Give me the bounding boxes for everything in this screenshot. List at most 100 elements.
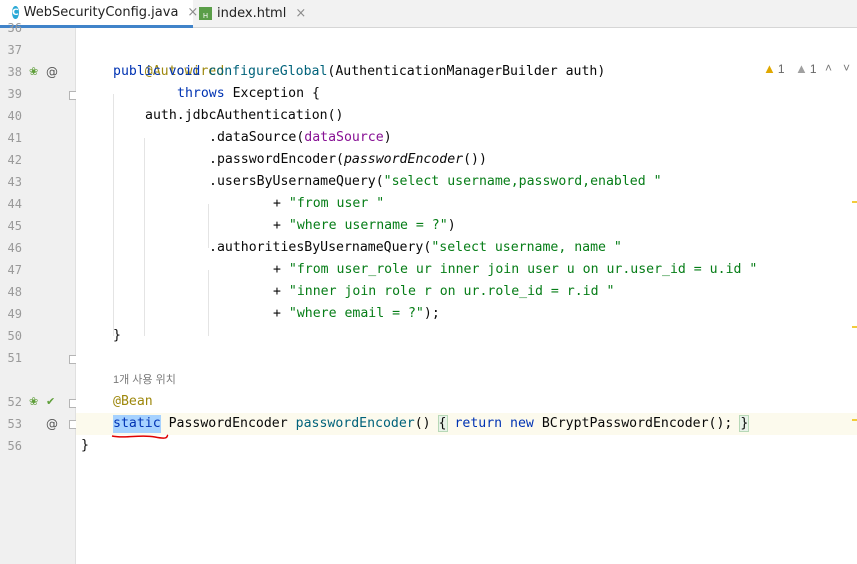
code-line: .dataSource(dataSource)	[209, 127, 392, 149]
warning-icon: ▲	[763, 61, 776, 76]
keyword-token: new	[510, 416, 534, 431]
code-text: );	[423, 306, 440, 321]
string-literal: "where username = ?"	[288, 218, 448, 233]
warnings-indicator[interactable]: ▲ 1	[763, 61, 785, 76]
code-text: .dataSource(	[209, 130, 305, 145]
keyword-token: public	[113, 64, 161, 79]
weak-warning-icon: ▲	[795, 61, 808, 76]
code-text: BCryptPasswordEncoder();	[533, 416, 741, 431]
line-number: 48	[7, 285, 22, 299]
code-line: + "inner join role r on ur.role_id = r.i…	[273, 281, 614, 303]
code-line: + "from user_role ur inner join user u o…	[273, 259, 757, 281]
keyword-token: void	[168, 64, 201, 79]
indent-guide	[208, 270, 209, 336]
bean-check-icon[interactable]: ✔	[46, 395, 55, 409]
line-number: 49	[7, 307, 22, 321]
line-number: 40	[7, 109, 22, 123]
code-text: +	[273, 218, 289, 233]
line-number: 43	[7, 175, 22, 189]
line-number-gutter[interactable]: 36 37 38 39 40 41 42 43 44 45 46 47 48 4…	[0, 21, 78, 564]
weak-warnings-indicator[interactable]: ▲ 1	[795, 61, 817, 76]
code-text: }	[113, 328, 121, 343]
code-text: ())	[463, 152, 487, 167]
code-text: )	[447, 218, 456, 233]
warning-count: 1	[777, 61, 785, 76]
red-underline-annotation	[111, 434, 169, 439]
indent-guide	[144, 138, 145, 336]
line-number: 39	[7, 87, 22, 101]
line-number: 52	[7, 395, 22, 409]
code-text: +	[273, 196, 289, 211]
string-literal: "where email = ?"	[288, 306, 424, 321]
code-text: .passwordEncoder(	[209, 152, 344, 167]
tab-label: index.html	[217, 6, 287, 21]
chevron-up-icon: ˄	[825, 61, 833, 75]
next-problem-button[interactable]: ˅	[843, 61, 850, 75]
code-text: +	[273, 262, 289, 277]
field-token: dataSource	[304, 130, 384, 145]
folded-brace[interactable]: }	[739, 415, 750, 432]
code-editor[interactable]: @Autowired public void configureGlobal(A…	[76, 28, 857, 564]
line-number: 50	[7, 329, 22, 343]
line-number: 56	[7, 439, 22, 453]
string-literal: "select username,password,enabled "	[383, 174, 662, 189]
scrollbar-warning-mark[interactable]	[852, 419, 857, 421]
annotation-token: @Bean	[113, 394, 153, 409]
html-file-icon: H	[199, 7, 212, 20]
code-text: +	[273, 284, 289, 299]
code-line: }	[81, 435, 89, 457]
code-text: (AuthenticationManagerBuilder auth)	[327, 64, 606, 79]
keyword-token: throws	[177, 86, 225, 101]
code-text: .authoritiesByUsernameQuery(	[209, 240, 432, 255]
line-number: 47	[7, 263, 22, 277]
weak-warning-count: 1	[809, 61, 817, 76]
code-line: }	[113, 325, 121, 347]
code-text: )	[383, 130, 392, 145]
method-name: passwordEncoder	[295, 416, 415, 431]
code-line: + "where email = ?");	[273, 303, 440, 325]
line-number: 37	[7, 43, 22, 57]
code-line: static PasswordEncoder passwordEncoder()…	[113, 413, 750, 435]
code-line: @Bean	[113, 391, 153, 413]
at-sign-icon[interactable]: @	[46, 417, 58, 431]
line-number: 44	[7, 197, 22, 211]
spring-bean-icon[interactable]: ❀	[29, 65, 38, 79]
line-number: 36	[7, 21, 22, 35]
line-number: 42	[7, 153, 22, 167]
scrollbar-warning-mark[interactable]	[852, 201, 857, 203]
tab-index-html[interactable]: H index.html ×	[193, 0, 318, 27]
line-number: 38	[7, 65, 22, 79]
code-line: throws Exception {	[177, 83, 320, 105]
previous-problem-button[interactable]: ˄	[825, 61, 832, 75]
at-sign-icon[interactable]: @	[46, 65, 58, 79]
close-icon[interactable]: ×	[295, 6, 306, 21]
editor-tab-bar: C WebSecurityConfig.java × H index.html …	[0, 0, 857, 28]
keyword-token: static	[113, 416, 161, 431]
method-name: configureGlobal	[208, 64, 328, 79]
string-literal: "select username, name "	[431, 240, 622, 255]
indent-guide	[113, 94, 114, 336]
line-number: 53	[7, 417, 22, 431]
tab-label: WebSecurityConfig.java	[23, 5, 179, 20]
string-literal: "from user "	[288, 196, 385, 211]
code-text: +	[273, 306, 289, 321]
folded-brace[interactable]: {	[437, 415, 448, 432]
chevron-down-icon: ˅	[843, 61, 851, 75]
string-literal: "from user_role ur inner join user u on …	[288, 262, 758, 277]
code-line: .passwordEncoder(passwordEncoder())	[209, 149, 487, 171]
keyword-token: return	[454, 416, 503, 431]
code-line: + "from user "	[273, 193, 384, 215]
method-call: passwordEncoder	[343, 152, 464, 167]
code-line: auth.jdbcAuthentication()	[145, 105, 344, 127]
line-number: 41	[7, 131, 22, 145]
code-text: .usersByUsernameQuery(	[209, 174, 384, 189]
scrollbar-warning-mark[interactable]	[852, 326, 857, 328]
tab-websecurityconfig[interactable]: C WebSecurityConfig.java ×	[0, 0, 198, 28]
code-text: auth.jdbcAuthentication()	[145, 108, 344, 123]
code-line: .authoritiesByUsernameQuery("select user…	[209, 237, 622, 259]
code-line: @Autowired	[113, 39, 224, 79]
code-line: .usersByUsernameQuery("select username,p…	[209, 171, 662, 193]
code-line: + "where username = ?")	[273, 215, 456, 237]
usages-inlay-hint[interactable]: 1개 사용 위치	[113, 369, 176, 391]
spring-bean-icon[interactable]: ❀	[29, 395, 38, 409]
